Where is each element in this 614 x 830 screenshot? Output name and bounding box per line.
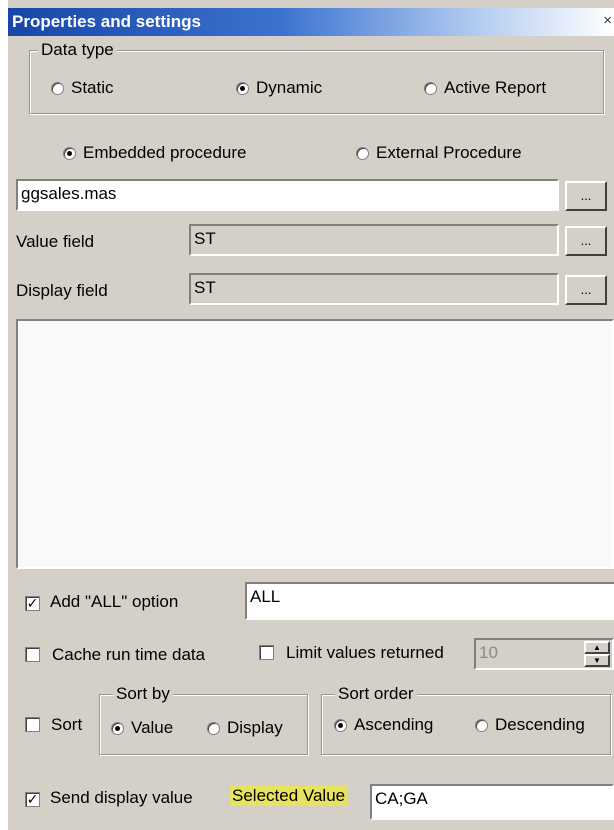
radio-embedded-procedure-label: Embedded procedure [83,143,247,162]
display-field-browse-button[interactable]: ... [565,275,607,305]
display-field-label: Display field [16,281,108,300]
value-field-input[interactable]: ST [189,224,559,256]
display-field-input[interactable]: ST [189,273,559,305]
properties-panel: Properties and settings × Data type Stat… [8,0,614,830]
value-field-browse-button[interactable]: ... [565,226,607,256]
radio-sort-value-label: Value [131,718,174,737]
limit-spin-down[interactable]: ▼ [584,654,610,667]
send-display-label: Send display value [50,788,193,807]
radio-dynamic[interactable] [236,82,249,95]
radio-descending-label: Descending [495,715,585,734]
send-display-checkbox[interactable]: ✓ [25,792,40,807]
radio-sort-value[interactable] [111,722,124,735]
radio-sort-display-label: Display [227,718,283,737]
window-title: Properties and settings [12,12,201,31]
sort-checkbox[interactable] [25,717,40,732]
radio-active-report-label: Active Report [444,78,547,97]
radio-static[interactable] [51,82,64,95]
close-icon[interactable]: × [603,12,612,29]
limit-spin-up[interactable]: ▲ [584,641,610,654]
sort-by-legend: Sort by [113,685,173,703]
add-all-checkbox[interactable]: ✓ [25,596,40,611]
radio-static-label: Static [71,78,114,97]
selected-value-input[interactable]: CA;GA [370,784,614,820]
add-all-label: Add "ALL" option [50,592,179,611]
radio-external-procedure-label: External Procedure [376,143,522,162]
procedure-browse-button[interactable]: ... [565,181,607,211]
limit-label: Limit values returned [286,643,444,662]
cache-checkbox[interactable] [25,647,40,662]
radio-external-procedure[interactable] [356,147,369,160]
cache-label: Cache run time data [52,645,206,664]
procedure-file-input[interactable]: ggsales.mas [16,179,559,211]
radio-descending[interactable] [475,719,488,732]
sort-label: Sort [51,715,83,734]
radio-active-report[interactable] [424,82,437,95]
data-type-legend: Data type [38,41,117,59]
selected-value-label: Selected Value [230,786,348,806]
radio-dynamic-label: Dynamic [256,78,323,97]
value-field-label: Value field [16,232,95,251]
values-preview-list[interactable] [16,319,614,569]
sort-order-legend: Sort order [335,685,417,703]
radio-ascending[interactable] [334,719,347,732]
limit-checkbox[interactable] [259,645,274,660]
radio-embedded-procedure[interactable] [63,147,76,160]
add-all-input[interactable]: ALL [245,582,614,620]
radio-sort-display[interactable] [207,722,220,735]
radio-ascending-label: Ascending [354,715,434,734]
title-bar: Properties and settings × [8,8,614,36]
